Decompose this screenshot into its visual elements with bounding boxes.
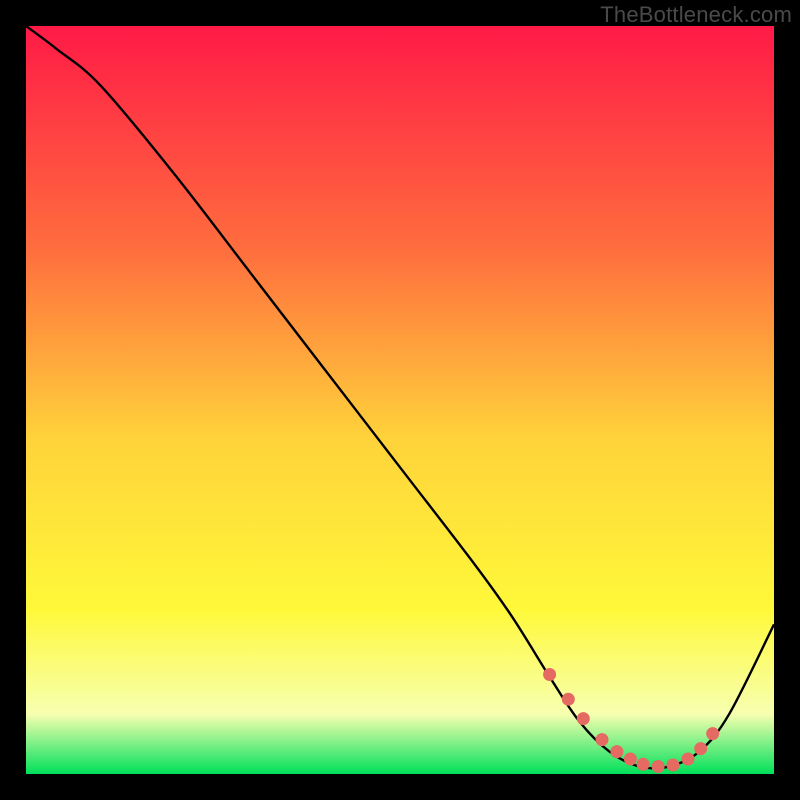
marker-dot xyxy=(596,733,609,746)
marker-dot xyxy=(610,745,623,758)
marker-dot xyxy=(682,753,695,766)
chart-frame: TheBottleneck.com xyxy=(0,0,800,800)
marker-dot xyxy=(694,742,707,755)
marker-dot xyxy=(637,758,650,771)
marker-dot xyxy=(562,693,575,706)
marker-dot xyxy=(706,727,719,740)
marker-dot xyxy=(667,759,680,772)
chart-svg xyxy=(26,26,774,774)
marker-dot xyxy=(577,712,590,725)
gradient-backdrop xyxy=(26,26,774,774)
marker-dot xyxy=(543,668,556,681)
marker-dot xyxy=(624,753,637,766)
marker-dot xyxy=(652,760,665,773)
plot-area xyxy=(26,26,774,774)
watermark-text: TheBottleneck.com xyxy=(600,2,792,28)
